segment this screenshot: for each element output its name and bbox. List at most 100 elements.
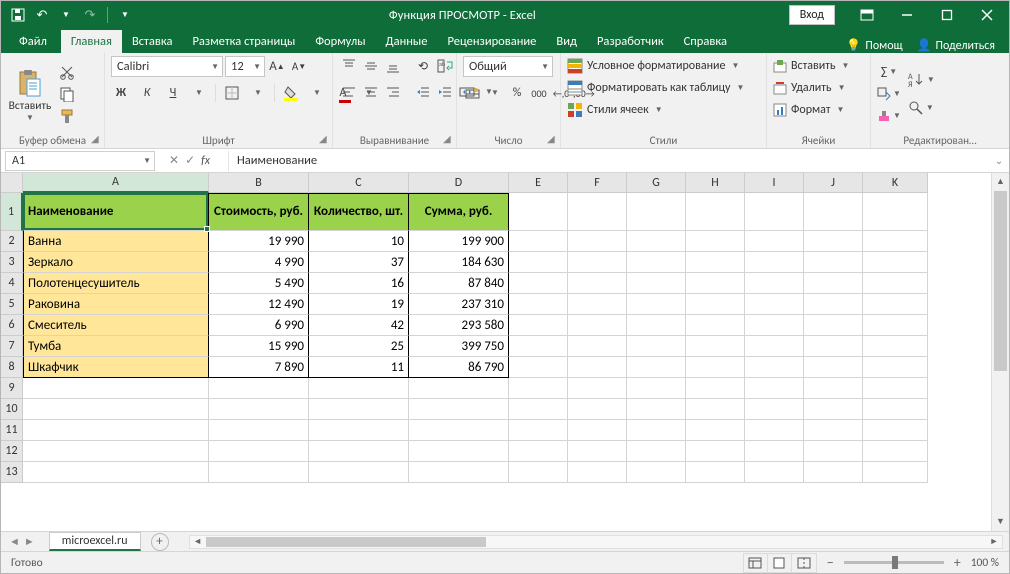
signin-button[interactable]: Вход (789, 5, 835, 25)
cell[interactable] (863, 315, 928, 336)
cell[interactable] (23, 378, 209, 399)
cell[interactable] (209, 420, 309, 441)
tab-review[interactable]: Рецензирование (437, 30, 546, 53)
cut-icon[interactable] (57, 62, 77, 82)
cell[interactable]: 42 (309, 315, 409, 336)
scroll-left-icon[interactable]: ◄ (190, 536, 206, 548)
cell[interactable] (568, 441, 627, 462)
cell[interactable] (863, 294, 928, 315)
row-header[interactable]: 5 (1, 294, 23, 315)
row-header[interactable]: 3 (1, 252, 23, 273)
redo-icon[interactable]: ↷ (79, 4, 101, 26)
dialog-launcher-icon[interactable]: ◢ (547, 135, 557, 145)
column-header[interactable]: D (409, 173, 509, 193)
align-middle-icon[interactable] (361, 56, 381, 76)
cell[interactable]: 86 790 (409, 357, 509, 378)
cell[interactable] (804, 462, 863, 483)
share-button[interactable]: 👤Поделиться (917, 38, 995, 53)
cell[interactable] (568, 315, 627, 336)
cell[interactable] (686, 294, 745, 315)
cell[interactable] (309, 378, 409, 399)
cell[interactable] (863, 336, 928, 357)
delete-cells[interactable]: Удалить▼ (773, 78, 846, 98)
column-header[interactable]: F (568, 173, 627, 193)
row-header[interactable]: 6 (1, 315, 23, 336)
cell[interactable]: 293 580 (409, 315, 509, 336)
cell[interactable] (804, 273, 863, 294)
cell[interactable] (804, 441, 863, 462)
cell[interactable] (209, 441, 309, 462)
cell[interactable] (309, 399, 409, 420)
wrap-text-icon[interactable]: ab (435, 56, 455, 76)
cell[interactable] (686, 399, 745, 420)
italic-button[interactable]: К (137, 83, 157, 103)
cell[interactable]: 7 890 (209, 357, 309, 378)
column-header[interactable]: G (627, 173, 686, 193)
format-cells[interactable]: Формат▼ (773, 100, 844, 120)
row-header[interactable]: 11 (1, 420, 23, 441)
cell[interactable] (568, 357, 627, 378)
ribbon-options-icon[interactable] (849, 5, 885, 25)
autosum-icon[interactable]: ∑▼ (877, 62, 901, 82)
cell[interactable] (627, 441, 686, 462)
cell[interactable] (568, 252, 627, 273)
format-painter-icon[interactable] (57, 106, 77, 126)
row-header[interactable]: 10 (1, 399, 23, 420)
cell[interactable] (745, 294, 804, 315)
cell[interactable] (745, 252, 804, 273)
cell[interactable]: Сумма, руб. (409, 193, 509, 231)
column-header[interactable]: J (804, 173, 863, 193)
cell[interactable]: Полотенцесушитель (23, 273, 209, 294)
tab-help[interactable]: Справка (674, 30, 737, 53)
tab-home[interactable]: Главная (61, 30, 122, 53)
cell[interactable] (509, 294, 568, 315)
cell[interactable]: 12 490 (209, 294, 309, 315)
cell[interactable] (568, 336, 627, 357)
row-header[interactable]: 13 (1, 462, 23, 483)
enter-icon[interactable]: ✓ (185, 153, 195, 168)
column-header[interactable]: B (209, 173, 309, 193)
cell[interactable] (627, 273, 686, 294)
page-break-view-icon[interactable] (792, 554, 816, 572)
cell[interactable] (509, 357, 568, 378)
cell[interactable]: Шкафчик (23, 357, 209, 378)
cell[interactable] (409, 441, 509, 462)
cell[interactable] (745, 399, 804, 420)
cell[interactable] (745, 193, 804, 231)
zoom-in-button[interactable]: + (954, 554, 961, 571)
cell[interactable]: 16 (309, 273, 409, 294)
tab-formulas[interactable]: Формулы (305, 30, 375, 53)
cell[interactable] (863, 378, 928, 399)
cell[interactable] (509, 378, 568, 399)
cell[interactable]: 19 (309, 294, 409, 315)
cell[interactable] (745, 420, 804, 441)
zoom-handle[interactable] (892, 556, 898, 569)
cell[interactable] (745, 315, 804, 336)
align-bottom-icon[interactable] (383, 56, 403, 76)
cell-styles[interactable]: Стили ячеек▼ (567, 100, 663, 120)
increase-font-icon[interactable]: A▲ (267, 57, 287, 77)
column-header[interactable]: A (23, 173, 209, 193)
cell[interactable] (509, 462, 568, 483)
row-header[interactable]: 9 (1, 378, 23, 399)
cell[interactable] (627, 399, 686, 420)
cell[interactable] (209, 378, 309, 399)
save-icon[interactable] (7, 4, 29, 26)
cell[interactable] (804, 193, 863, 231)
cell[interactable] (509, 399, 568, 420)
cell[interactable] (627, 193, 686, 231)
cell[interactable] (686, 273, 745, 294)
clear-icon[interactable]: ▼ (877, 106, 901, 126)
cell[interactable] (863, 193, 928, 231)
chevron-down-icon[interactable]: ▼ (55, 4, 77, 26)
cell[interactable] (804, 315, 863, 336)
cell[interactable]: 399 750 (409, 336, 509, 357)
cell[interactable] (509, 231, 568, 252)
cell[interactable] (627, 336, 686, 357)
sheet-nav[interactable]: ◄► (1, 535, 43, 548)
underline-menu[interactable]: ▼ (189, 83, 209, 103)
bold-button[interactable]: Ж (111, 83, 131, 103)
cell[interactable]: Стоимость, руб. (209, 193, 309, 231)
cell[interactable]: Раковина (23, 294, 209, 315)
insert-cells[interactable]: Вставить▼ (773, 56, 849, 76)
